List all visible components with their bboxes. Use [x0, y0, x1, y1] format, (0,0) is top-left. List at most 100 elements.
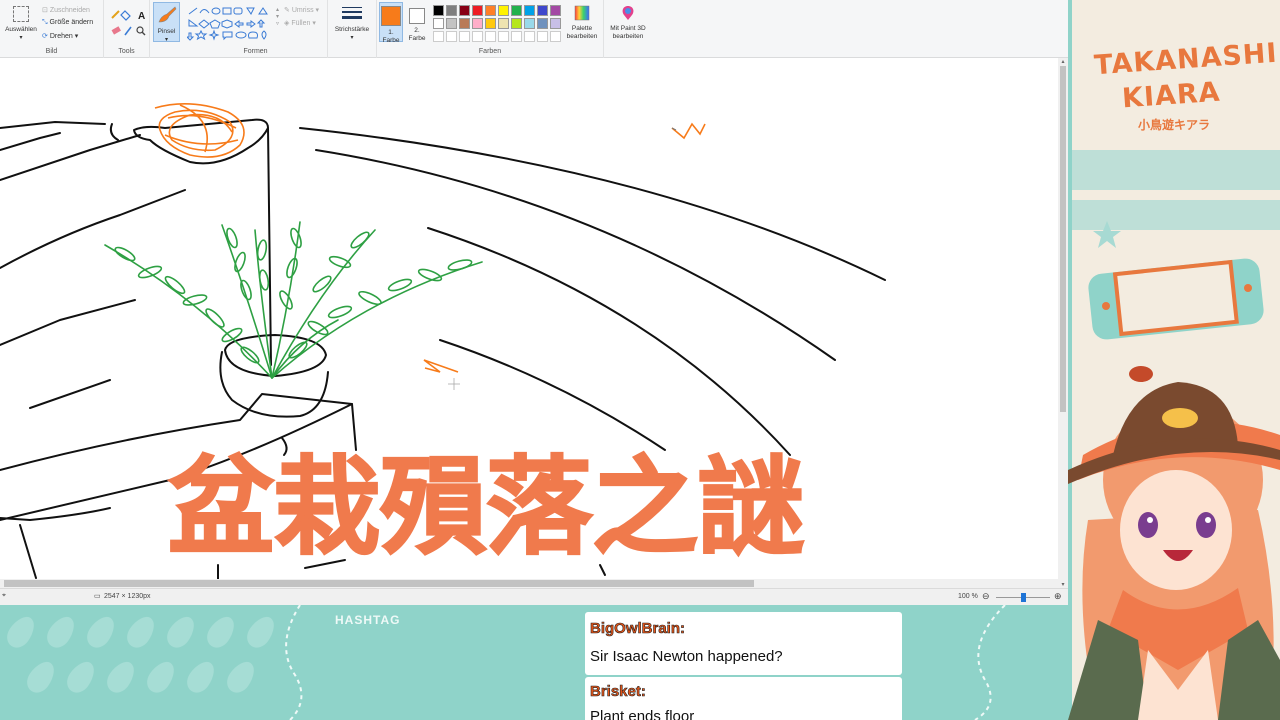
color-swatch[interactable] — [485, 18, 496, 29]
color-swatch[interactable] — [524, 18, 535, 29]
outline-dropdown[interactable]: ✎ Umriss ▾ — [284, 6, 319, 14]
color-swatch[interactable] — [550, 5, 561, 16]
resize-button[interactable]: ⤡ Größe ändern — [42, 19, 93, 27]
color-swatch[interactable] — [472, 18, 483, 29]
text-tool-icon: A — [138, 11, 145, 22]
edit-palette-button[interactable]: Palette bearbeiten — [563, 4, 601, 41]
color2-swatch — [409, 8, 425, 24]
fill-dropdown[interactable]: ◈ Füllen ▾ — [284, 19, 316, 27]
color-swatch[interactable] — [550, 18, 561, 29]
canvas-size: 2547 × 1230px — [104, 593, 151, 600]
status-bar: ⌖ ▭ 2547 × 1230px 100 % ⊖ ⊕ — [0, 588, 1068, 605]
fill-icon — [120, 10, 131, 21]
color-swatch[interactable] — [472, 31, 483, 42]
rotate-button[interactable]: ⟳ Drehen ▾ — [42, 32, 78, 40]
color-swatch[interactable] — [498, 5, 509, 16]
group-label-tools: Tools — [118, 48, 135, 55]
star-icon — [1093, 221, 1121, 248]
color-swatch[interactable] — [485, 5, 496, 16]
color-swatch[interactable] — [459, 5, 470, 16]
color-swatch[interactable] — [524, 31, 535, 42]
select-button[interactable]: Auswählen ▾ — [2, 6, 40, 42]
crop-icon: ⊡ — [42, 7, 50, 14]
color1-button[interactable]: 1. Farbe — [379, 2, 403, 44]
chat-message: Brisket: Plant ends floor — [585, 677, 902, 720]
brush-button[interactable]: Pinsel ▾ — [153, 2, 180, 43]
group-label-shapes: Formen — [243, 48, 268, 55]
logo-japanese: 小鳥遊キアラ — [1138, 118, 1211, 132]
color-swatch[interactable] — [511, 18, 522, 29]
decor-divider — [285, 605, 303, 720]
color-swatch[interactable] — [550, 31, 561, 42]
color-swatch[interactable] — [459, 18, 470, 29]
group-label-colors: Farben — [478, 48, 502, 55]
zoom-out-icon[interactable]: ⊖ — [982, 591, 990, 602]
color-swatch[interactable] — [472, 5, 483, 16]
color-swatch[interactable] — [498, 18, 509, 29]
paint3d-icon — [622, 6, 634, 20]
paint3d-button[interactable]: Mit Paint 3D bearbeiten — [606, 4, 650, 41]
magnifier-icon — [136, 26, 146, 36]
color-swatch[interactable] — [446, 18, 457, 29]
hashtag-label: HASHTAG — [335, 613, 401, 627]
color2-button[interactable]: 2. Farbe — [405, 2, 429, 42]
pencil-icon — [111, 10, 120, 19]
color-swatch[interactable] — [511, 31, 522, 42]
zoom-slider-thumb[interactable] — [1020, 593, 1026, 602]
zoom-slider[interactable] — [996, 593, 1050, 602]
decor-stripe — [1072, 150, 1280, 190]
horizontal-scroll-thumb[interactable] — [4, 580, 754, 587]
color1-swatch — [381, 6, 401, 26]
zoom-in-icon[interactable]: ⊕ — [1054, 591, 1062, 602]
color-swatch[interactable] — [446, 31, 457, 42]
logo-line2: KIARA — [1121, 76, 1222, 115]
rotate-icon: ⟳ — [42, 33, 50, 40]
color-swatch[interactable] — [433, 31, 444, 42]
horizontal-scrollbar[interactable] — [0, 579, 1058, 588]
ribbon-group-colors: 1. Farbe 2. Farbe Palette bearbeiten Far… — [376, 0, 604, 58]
color-picker-icon — [124, 26, 132, 36]
eraser-icon — [111, 26, 121, 35]
color-swatch[interactable] — [433, 5, 444, 16]
vertical-scroll-thumb[interactable] — [1060, 66, 1066, 412]
color-swatch[interactable] — [537, 31, 548, 42]
vertical-scrollbar[interactable]: ▴ ▾ — [1058, 58, 1068, 588]
chat-text: Sir Isaac Newton happened? — [590, 648, 783, 665]
select-icon — [13, 6, 29, 22]
stroke-width-button[interactable]: Strichstärke ▾ — [332, 5, 372, 42]
ribbon-group-shapes: ▴ ▾ ▿ ✎ Umriss ▾ ◈ Füllen ▾ Formen — [184, 0, 328, 58]
chat-message: BigOwlBrain: Sir Isaac Newton happened? — [585, 612, 902, 675]
color-swatch[interactable] — [498, 31, 509, 42]
color-swatch[interactable] — [537, 18, 548, 29]
ribbon-group-tools: A Tools — [104, 0, 150, 58]
brush-icon — [158, 6, 176, 23]
zoom-level: 100 % — [958, 593, 978, 600]
game-console-icon — [1088, 258, 1264, 340]
ribbon-group-bild: Auswählen ▾ ⊡ Zuschneiden ⤡ Größe ändern… — [0, 0, 104, 58]
stroke-width-icon — [342, 7, 362, 19]
scroll-down-icon[interactable]: ▾ — [1058, 581, 1068, 588]
color-swatch[interactable] — [511, 5, 522, 16]
tools-icons[interactable]: A — [109, 7, 149, 39]
screen: Auswählen ▾ ⊡ Zuschneiden ⤡ Größe ändern… — [0, 0, 1280, 720]
color-swatch[interactable] — [433, 18, 444, 29]
color-swatch[interactable] — [459, 31, 470, 42]
color-swatch[interactable] — [446, 5, 457, 16]
color-swatch[interactable] — [537, 5, 548, 16]
color-swatch[interactable] — [485, 31, 496, 42]
ribbon-toolbar: Auswählen ▾ ⊡ Zuschneiden ⤡ Größe ändern… — [0, 0, 1068, 58]
group-label-bild: Bild — [45, 48, 58, 55]
chat-author: Brisket: — [590, 683, 646, 701]
stream-bottom-bar: HASHTAG BigOwlBrain: Sir Isaac Newton ha… — [0, 605, 1068, 720]
color-swatch[interactable] — [524, 5, 535, 16]
canvas-size-icon: ▭ — [94, 593, 101, 600]
decor-divider — [974, 605, 1006, 720]
chat-author: BigOwlBrain: — [590, 620, 686, 638]
logo-line1: TAKANASHI — [1093, 37, 1279, 82]
crop-button[interactable]: ⊡ Zuschneiden — [42, 6, 90, 14]
cursor-position-icon: ⌖ — [2, 592, 6, 599]
outline-icon: ✎ — [284, 7, 292, 14]
shapes-gallery[interactable] — [187, 5, 281, 43]
resize-icon: ⤡ — [42, 19, 50, 26]
scroll-up-icon[interactable]: ▴ — [1058, 58, 1068, 65]
